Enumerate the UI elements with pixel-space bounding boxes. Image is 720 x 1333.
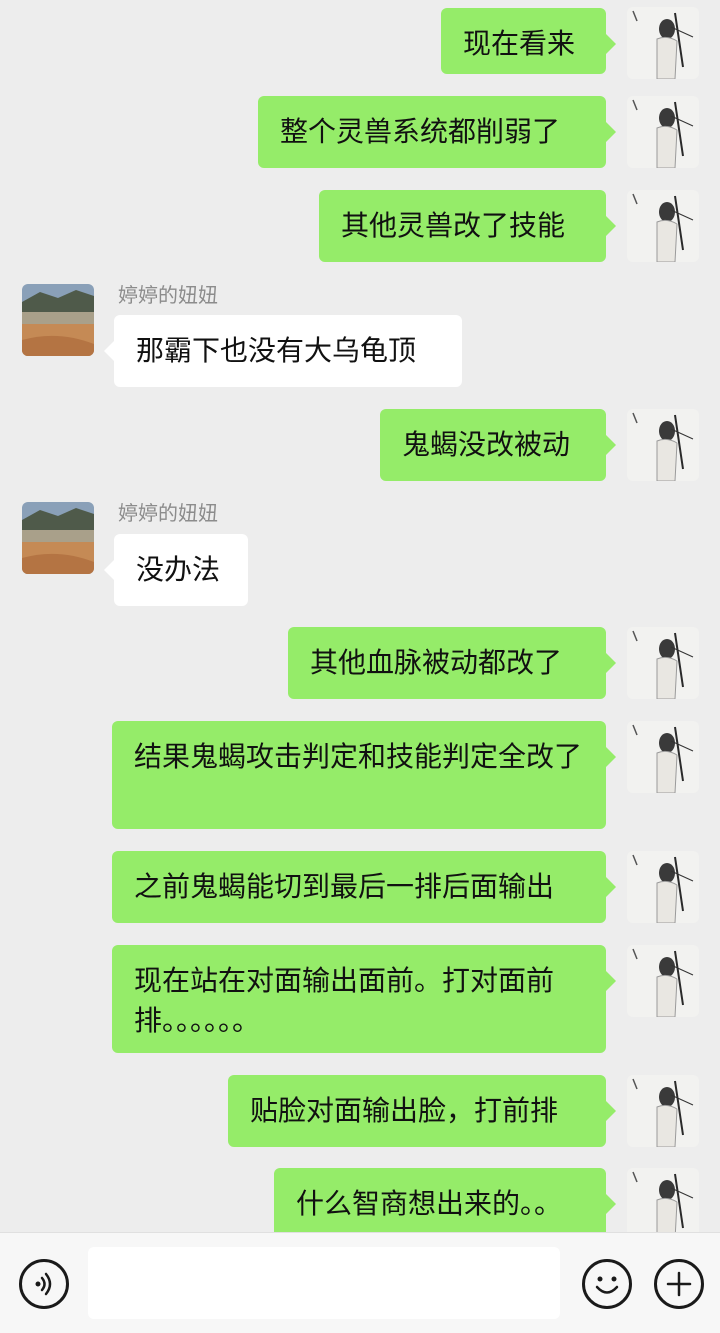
message-bubble-outgoing[interactable]: 什么智商想出来的。。: [274, 1168, 616, 1232]
sender-name: 婷婷的妞妞: [118, 501, 218, 525]
message-text: 现在站在对面输出面前。打对面前排。。。。。。: [134, 964, 555, 1037]
avatar-image: [22, 502, 94, 574]
avatar-image: [627, 190, 699, 262]
message-text: 结果鬼蝎攻击判定和技能判定全改了: [134, 740, 583, 773]
message-bubble-outgoing[interactable]: 结果鬼蝎攻击判定和技能判定全改了: [112, 721, 616, 829]
message-text: 鬼蝎没改被动: [402, 428, 571, 461]
my-avatar[interactable]: [627, 1075, 699, 1147]
message-text: 什么智商想出来的。。: [296, 1187, 563, 1220]
message-text: 之前鬼蝎能切到最后一排后面输出: [134, 870, 555, 903]
my-avatar[interactable]: [627, 7, 699, 79]
message-bubble-outgoing[interactable]: 现在站在对面输出面前。打对面前排。。。。。。: [112, 945, 616, 1053]
message-text: 贴脸对面输出脸，打前排: [250, 1094, 559, 1127]
avatar-image: [627, 96, 699, 168]
plus-icon: [666, 1271, 692, 1297]
voice-icon: [35, 1272, 52, 1296]
message-bubble-incoming[interactable]: 那霸下也没有大乌龟顶: [104, 315, 462, 387]
avatar-image: [627, 7, 699, 79]
my-avatar[interactable]: [627, 721, 699, 793]
message-text: 那霸下也没有大乌龟顶: [136, 334, 417, 367]
avatar-image: [627, 627, 699, 699]
emoji-icon: [595, 1276, 619, 1294]
my-avatar[interactable]: [627, 627, 699, 699]
avatar-image: [627, 1075, 699, 1147]
my-avatar[interactable]: [627, 409, 699, 481]
message-text: 其他灵兽改了技能: [341, 209, 566, 242]
contact-avatar[interactable]: [22, 502, 94, 574]
emoji-button[interactable]: [582, 1259, 632, 1309]
my-avatar[interactable]: [627, 190, 699, 262]
avatar-image: [627, 721, 699, 793]
message-bubble-outgoing[interactable]: 整个灵兽系统都削弱了: [258, 96, 616, 168]
message-bubble-incoming[interactable]: 没办法: [104, 534, 248, 606]
message-input[interactable]: [88, 1247, 560, 1319]
sender-name: 婷婷的妞妞: [118, 283, 218, 307]
avatar-image: [627, 945, 699, 1017]
avatar-image: [22, 284, 94, 356]
voice-button[interactable]: [19, 1259, 69, 1309]
avatar-image: [627, 409, 699, 481]
more-button[interactable]: [654, 1259, 704, 1309]
my-avatar[interactable]: [627, 1168, 699, 1232]
message-bubble-outgoing[interactable]: 之前鬼蝎能切到最后一排后面输出: [112, 851, 616, 923]
message-bubble-outgoing[interactable]: 其他血脉被动都改了: [288, 627, 616, 699]
message-bubble-outgoing[interactable]: 贴脸对面输出脸，打前排: [228, 1075, 616, 1147]
contact-avatar[interactable]: [22, 284, 94, 356]
message-bubble-outgoing[interactable]: 现在看来: [441, 8, 616, 74]
my-avatar[interactable]: [627, 851, 699, 923]
message-text: 没办法: [136, 553, 221, 586]
avatar-image: [627, 1168, 699, 1232]
message-text: 现在看来: [463, 27, 576, 60]
input-bar: [0, 1232, 720, 1333]
my-avatar[interactable]: [627, 96, 699, 168]
message-bubble-outgoing[interactable]: 其他灵兽改了技能: [319, 190, 616, 262]
message-text: 其他血脉被动都改了: [310, 646, 563, 679]
message-text: 整个灵兽系统都削弱了: [280, 115, 561, 148]
avatar-image: [627, 851, 699, 923]
chat-area[interactable]: 现在看来 整个灵兽系统都削弱了 其他灵兽改了技能 婷婷的妞妞 那霸下也没有大乌龟…: [0, 0, 720, 1232]
message-bubble-outgoing[interactable]: 鬼蝎没改被动: [380, 409, 616, 481]
my-avatar[interactable]: [627, 945, 699, 1017]
